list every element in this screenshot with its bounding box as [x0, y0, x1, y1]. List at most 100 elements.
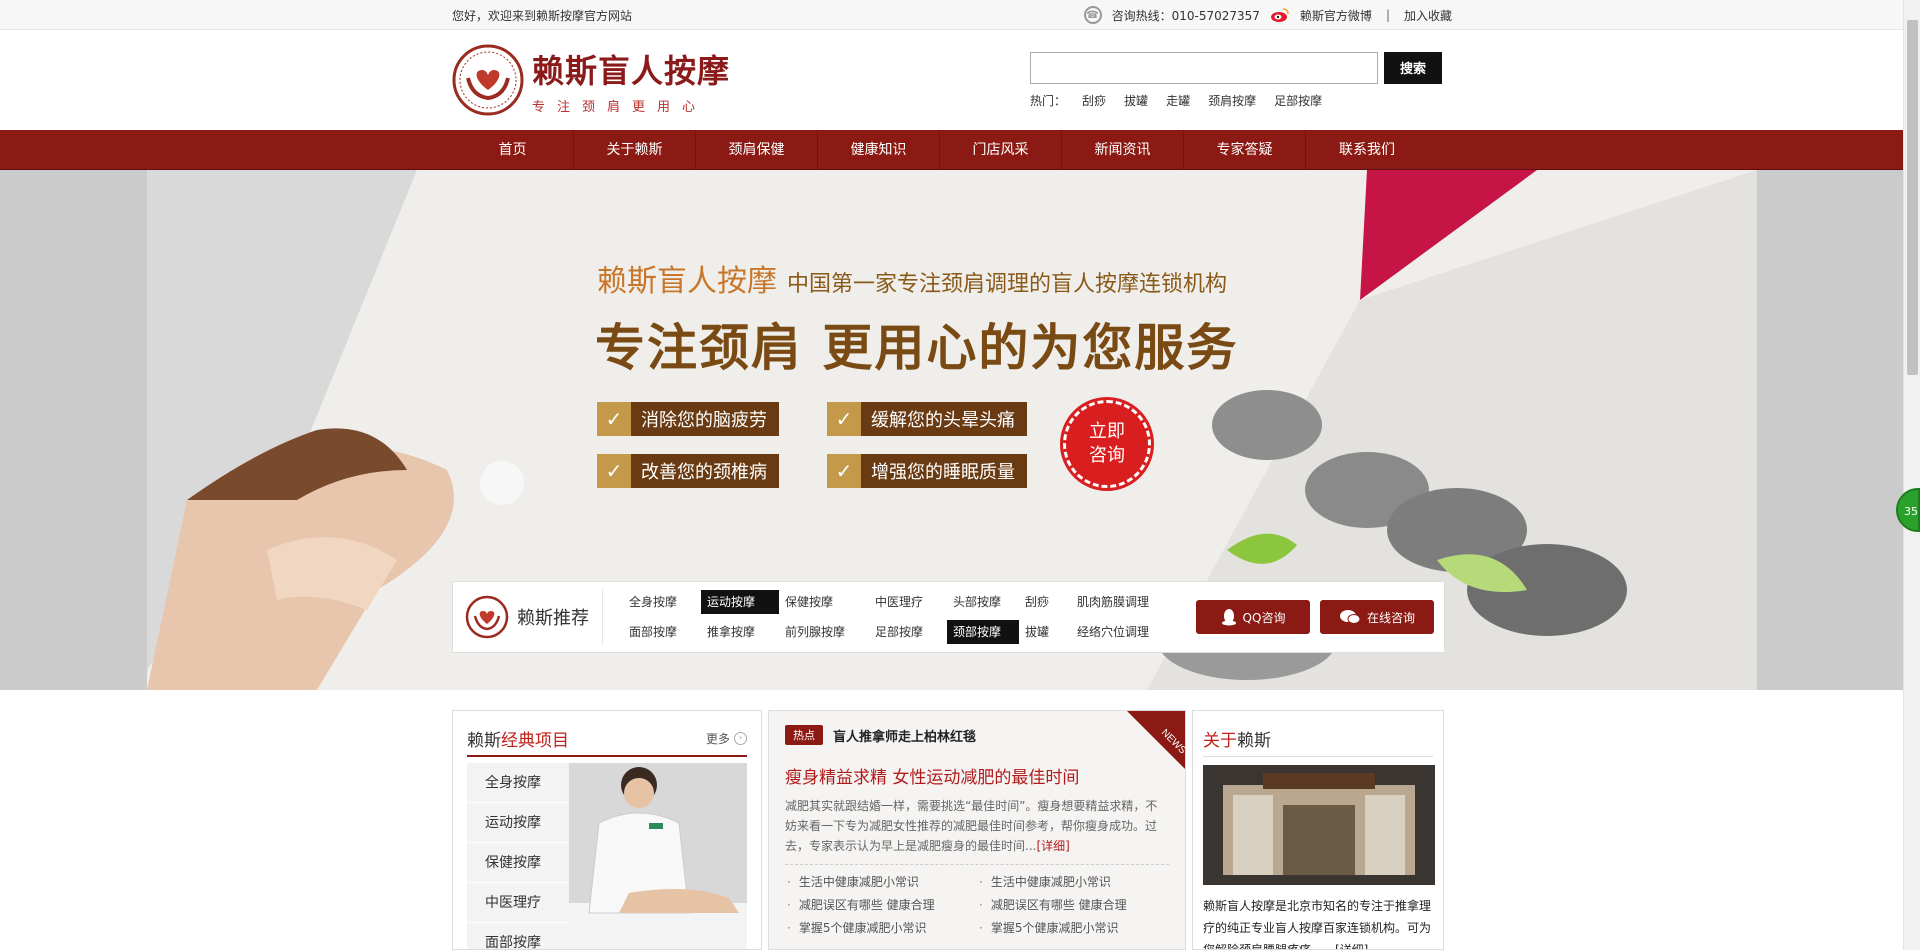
check-icon: ✓	[827, 454, 861, 488]
news-list-item[interactable]: 生活中健康减肥小常识	[977, 873, 1169, 890]
logo-subtitle: 专注颈肩更用心	[532, 99, 708, 115]
nav-stores[interactable]: 门店风采	[940, 130, 1062, 170]
hot-link[interactable]: 刮痧	[1082, 92, 1106, 109]
nav-health[interactable]: 健康知识	[818, 130, 940, 170]
weibo-link[interactable]: 赖斯官方微博	[1300, 7, 1372, 24]
recommend-link[interactable]: 足部按摩	[869, 620, 947, 644]
check-icon: ✓	[597, 402, 631, 436]
hot-link[interactable]: 足部按摩	[1274, 92, 1322, 109]
about-panel: 关于 赖斯 赖斯盲人按摩是北京市知名的专注于推拿理疗的纯正专业盲人按摩百家连锁机构…	[1192, 710, 1444, 950]
main-nav: 首页 关于赖斯 颈肩保健 健康知识 门店风采 新闻资讯 专家答疑 联系我们	[0, 130, 1920, 170]
hot-keywords: 热门： 刮痧 拔罐 走罐 颈肩按摩 足部按摩	[1030, 92, 1442, 109]
recommend-link[interactable]: 前列腺按摩	[779, 620, 869, 644]
recommend-link[interactable]: 推拿按摩	[701, 620, 779, 644]
check-icon: ✓	[827, 402, 861, 436]
recommend-link[interactable]: 刮痧	[1019, 590, 1071, 614]
feature-label: 增强您的睡眠质量	[871, 462, 1015, 483]
nav-expert[interactable]: 专家答疑	[1184, 130, 1306, 170]
search-input[interactable]	[1030, 51, 1379, 84]
recommend-link[interactable]: 头部按摩	[947, 590, 1019, 614]
classic-title: 赖斯经典项目	[467, 730, 569, 751]
logo[interactable]: 赖斯盲人按摩 专注颈肩更用心	[452, 44, 730, 116]
logo-title: 赖斯盲人按摩	[532, 51, 731, 90]
content-row: 赖斯经典项目 更多 › 全身按摩 运动按摩 保健按摩 中医理疗 面部按摩 NEW…	[452, 710, 1444, 950]
hot-link[interactable]: 颈肩按摩	[1208, 92, 1256, 109]
hero-banner: 赖斯盲人按摩 中国第一家专注颈肩调理的盲人按摩连锁机构 专注颈肩 更用心的为您服…	[0, 170, 1920, 690]
weibo-icon[interactable]	[1270, 7, 1290, 23]
consult-line1: 立即	[1089, 421, 1125, 442]
classic-item[interactable]: 面部按摩	[467, 923, 569, 949]
hotline-text: 咨询热线：010-57027357	[1111, 8, 1260, 23]
classic-item[interactable]: 中医理疗	[467, 883, 569, 923]
classic-item[interactable]: 运动按摩	[467, 803, 569, 843]
news-list-item[interactable]: 掌握5个健康减肥小常识	[977, 919, 1169, 936]
more-link[interactable]: 更多 ›	[706, 730, 747, 747]
banner-slogan: 中国第一家专注颈肩调理的盲人按摩连锁机构	[787, 272, 1228, 297]
banner-headline: 专注颈肩 更用心的为您服务	[595, 319, 1239, 377]
hot-label: 热门：	[1030, 93, 1067, 108]
hot-news-link[interactable]: 盲人推拿师走上柏林红毯	[833, 726, 976, 745]
classic-list: 全身按摩 运动按摩 保健按摩 中医理疗 面部按摩	[467, 763, 569, 949]
news-list-item[interactable]: 掌握5个健康减肥小常识	[785, 919, 977, 936]
search-area: 搜索 热门： 刮痧 拔罐 走罐 颈肩按摩 足部按摩	[1030, 51, 1443, 109]
recommend-link[interactable]: 中医理疗	[869, 590, 947, 614]
check-icon: ✓	[597, 454, 631, 488]
separator: |	[1385, 8, 1390, 22]
recommend-link[interactable]: 面部按摩	[623, 620, 701, 644]
news-list-item[interactable]: 生活中健康减肥小常识	[785, 873, 977, 890]
classic-photo	[568, 763, 747, 949]
banner-brand: 赖斯盲人按摩	[597, 264, 777, 299]
classic-item[interactable]: 全身按摩	[467, 763, 569, 803]
about-text: 赖斯盲人按摩是北京市知名的专注于推拿理疗的纯正专业盲人按摩百家连锁机构。可为您解…	[1203, 899, 1432, 950]
recommend-link[interactable]: 拔罐	[1019, 620, 1071, 644]
recommend-link-active[interactable]: 颈部按摩	[947, 620, 1019, 644]
storefront-image	[1203, 765, 1435, 885]
classic-item[interactable]: 保健按摩	[467, 843, 569, 883]
news-headline[interactable]: 瘦身精益求精 女性运动减肥的最佳时间	[785, 763, 1169, 788]
top-bar: 您好，欢迎来到赖斯按摩官方网站 ☎ 咨询热线：010-57027357 赖斯官方…	[0, 0, 1920, 30]
phone-icon: ☎	[1083, 6, 1102, 24]
classic-projects: 赖斯经典项目 更多 › 全身按摩 运动按摩 保健按摩 中医理疗 面部按摩	[452, 710, 762, 950]
scrollbar-thumb[interactable]	[1907, 20, 1918, 375]
hot-tag: 热点	[785, 725, 823, 745]
nav-neck-care[interactable]: 颈肩保健	[696, 130, 818, 170]
hot-link[interactable]: 走罐	[1166, 92, 1190, 109]
news-summary: 减肥其实就跟结婚一样，需要挑选“最佳时间”。瘦身想要精益求精，不妨来看一下专为减…	[785, 799, 1158, 853]
search-button[interactable]: 搜索	[1384, 51, 1443, 84]
doctor-photo	[568, 763, 747, 949]
about-title: 关于 赖斯	[1203, 721, 1433, 757]
recommend-bar: 赖斯推荐 全身按摩 运动按摩 保健按摩 中医理疗 头部按摩 刮痧 肌肉筋膜调理 …	[452, 581, 1445, 653]
qq-consult-button[interactable]: QQ咨询	[1196, 600, 1310, 634]
welcome-text: 您好，欢迎来到赖斯按摩官方网站	[452, 8, 633, 23]
feature-label: 缓解您的头晕头痛	[871, 410, 1015, 431]
recommend-link[interactable]: 肌肉筋膜调理	[1071, 590, 1151, 614]
consult-line2: 咨询	[1089, 445, 1125, 466]
consult-now-button[interactable]: 立即 咨询	[1060, 397, 1154, 491]
online-consult-button[interactable]: 在线咨询	[1320, 600, 1434, 634]
chat-bubble-icon	[1339, 610, 1361, 624]
recommend-links: 全身按摩 运动按摩 保健按摩 中医理疗 头部按摩 刮痧 肌肉筋膜调理 面部按摩 …	[603, 590, 1151, 644]
nav-about[interactable]: 关于赖斯	[574, 130, 696, 170]
recommend-link[interactable]: 全身按摩	[623, 590, 701, 614]
nav-contact[interactable]: 联系我们	[1306, 130, 1428, 170]
hot-link[interactable]: 拔罐	[1124, 92, 1148, 109]
arrow-right-icon: ›	[734, 731, 747, 745]
add-favorite-link[interactable]: 加入收藏	[1404, 7, 1452, 24]
news-list-item[interactable]: 减肥误区有哪些 健康合理	[977, 896, 1169, 913]
store-photo[interactable]	[1203, 765, 1435, 885]
recommend-link[interactable]: 经络穴位调理	[1071, 620, 1151, 644]
feature-label: 消除您的脑疲劳	[641, 410, 767, 431]
qq-consult-label: QQ咨询	[1242, 610, 1286, 625]
nav-home[interactable]: 首页	[452, 130, 574, 170]
news-list-item[interactable]: 减肥误区有哪些 健康合理	[785, 896, 977, 913]
feature-item: ✓ 改善您的颈椎病	[597, 454, 779, 488]
news-detail-link[interactable]: [详细]	[1036, 839, 1069, 853]
recommend-link-active[interactable]: 运动按摩	[701, 590, 779, 614]
feature-label: 改善您的颈椎病	[641, 462, 767, 483]
recommend-title: 赖斯推荐	[517, 608, 589, 629]
recommend-link[interactable]: 保健按摩	[779, 590, 869, 614]
online-consult-label: 在线咨询	[1366, 610, 1415, 625]
nav-news[interactable]: 新闻资讯	[1062, 130, 1184, 170]
page-scrollbar[interactable]	[1903, 0, 1920, 950]
header: 赖斯盲人按摩 专注颈肩更用心 搜索 热门： 刮痧 拔罐 走罐 颈肩按摩 足部按摩	[0, 30, 1920, 130]
